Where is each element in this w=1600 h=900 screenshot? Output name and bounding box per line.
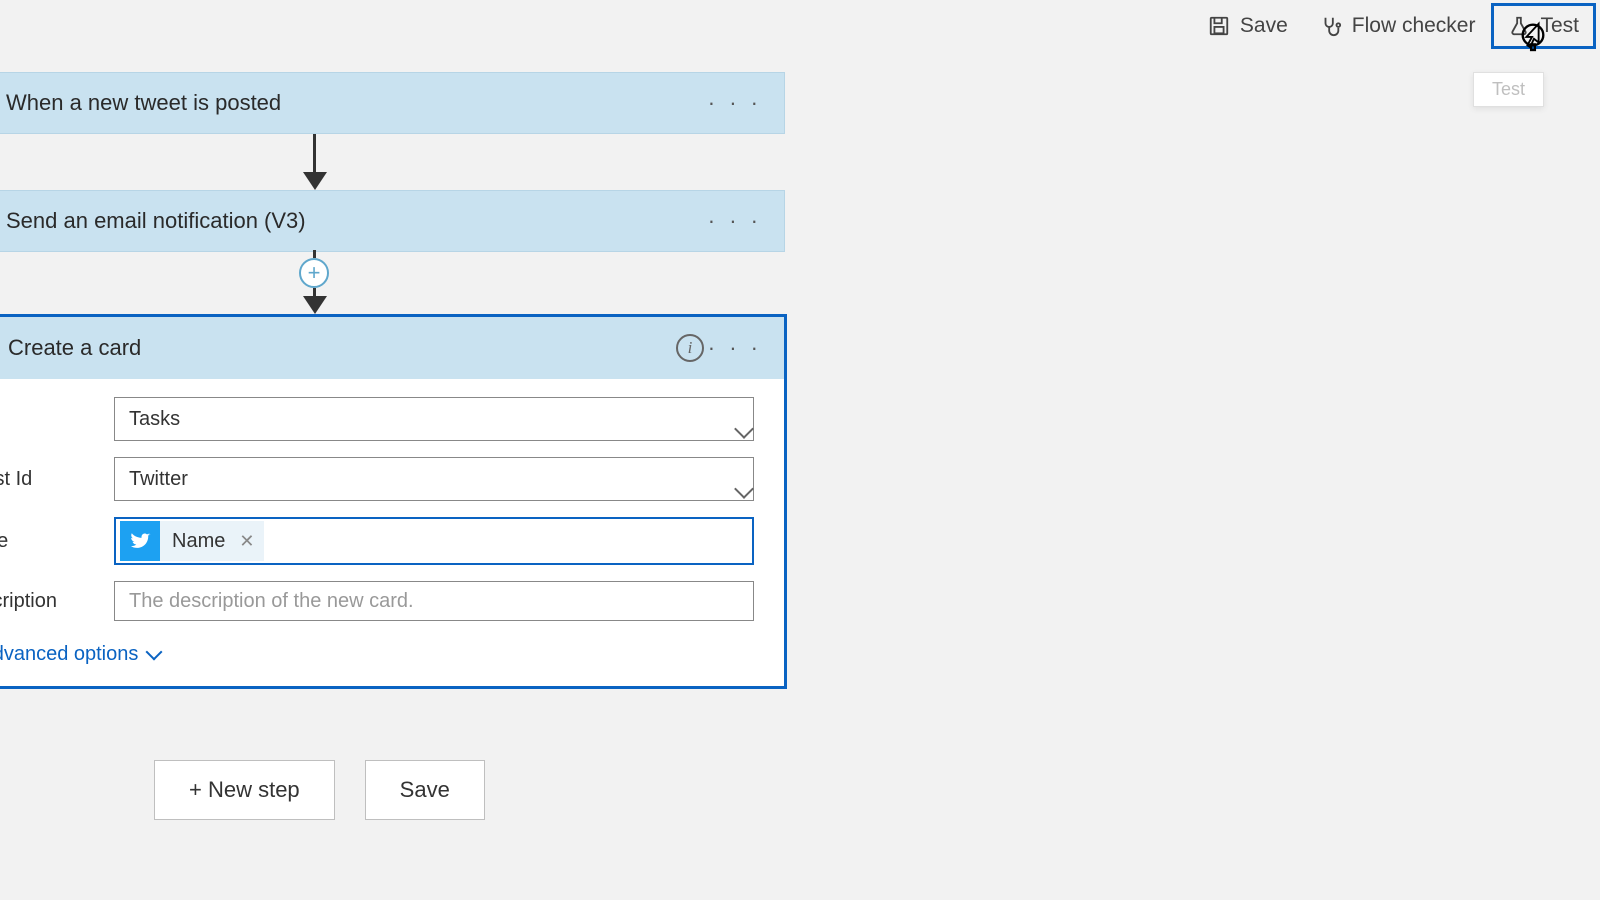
card-name-input[interactable]: Name ✕ [114,517,754,565]
board-id-select[interactable]: Tasks [114,397,754,441]
connector-arrow-with-add: + [0,252,785,314]
card-description-input[interactable]: The description of the new card. [114,581,754,621]
flow-checker-label: Flow checker [1352,14,1476,38]
token-label: Name [170,530,225,553]
flow-canvas: When a new tweet is posted · · · Send an… [0,72,785,689]
create-card-title: Create a card [8,335,141,361]
save-toolbar-button[interactable]: Save [1192,2,1304,50]
mouse-cursor-icon [1518,18,1548,52]
info-icon[interactable]: i [676,334,704,362]
card-desc-label: Card Description [0,590,114,613]
list-id-value: Twitter [129,468,188,491]
email-step-title: Send an email notification (V3) [6,208,306,234]
new-step-button[interactable]: + New step [154,760,335,820]
card-desc-placeholder: The description of the new card. [129,590,414,613]
stethoscope-icon [1320,15,1342,37]
card-name-label: Card Name [0,530,114,553]
trigger-more-menu[interactable]: · · · [708,90,762,116]
email-step[interactable]: Send an email notification (V3) · · · [0,190,785,252]
token-remove-button[interactable]: ✕ [235,531,254,552]
add-action-button[interactable]: + [299,258,329,288]
chevron-down-icon [146,643,163,660]
test-tooltip: Test [1473,72,1544,107]
board-id-label: Board Id [0,408,114,431]
create-card-form: Board Id Tasks Board List Id Twitter Car… [0,379,784,686]
save-icon [1208,15,1230,37]
twitter-icon [120,521,160,561]
create-card-step: Create a card i · · · Board Id Tasks Boa… [0,314,787,689]
create-card-more-menu[interactable]: · · · [708,335,762,361]
flow-checker-button[interactable]: Flow checker [1304,2,1492,50]
list-id-label: Board List Id [0,468,114,491]
create-card-header[interactable]: Create a card i · · · [0,317,784,379]
board-id-value: Tasks [129,408,180,431]
bottom-action-bar: + New step Save [154,760,485,820]
advanced-options-label: Show advanced options [0,643,138,666]
connector-arrow [0,134,785,192]
trigger-title: When a new tweet is posted [6,90,281,116]
dynamic-content-token[interactable]: Name ✕ [120,521,264,561]
save-toolbar-label: Save [1240,14,1288,38]
trigger-step[interactable]: When a new tweet is posted · · · [0,72,785,134]
save-button[interactable]: Save [365,760,485,820]
advanced-options-toggle[interactable]: Show advanced options [0,643,160,666]
list-id-select[interactable]: Twitter [114,457,754,501]
email-step-more-menu[interactable]: · · · [708,208,762,234]
